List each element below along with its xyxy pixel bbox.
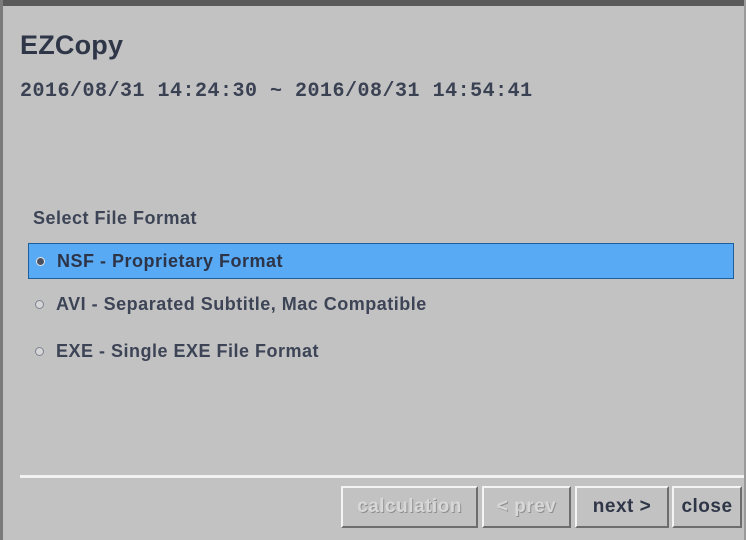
radio-unselected-icon[interactable] [35,299,44,309]
window-top-border [0,0,746,6]
format-option-nsf[interactable]: NSF - Proprietary Format [28,243,734,279]
close-button[interactable]: close [672,486,742,528]
next-button[interactable]: next > [575,486,669,528]
window-left-border [0,0,3,540]
calculation-button[interactable]: calculation [341,486,478,528]
footer-divider [20,475,744,478]
prev-button[interactable]: < prev [482,486,571,528]
radio-selected-icon[interactable] [36,256,45,266]
format-option-label: NSF - Proprietary Format [57,250,284,271]
format-option-label: EXE - Single EXE File Format [56,340,320,361]
app-title: EZCopy [20,30,124,60]
select-format-label: Select File Format [33,208,198,228]
format-option-label: AVI - Separated Subtitle, Mac Compatible [56,293,427,314]
date-range: 2016/08/31 14:24:30 ~ 2016/08/31 14:54:4… [20,80,533,103]
format-option-avi[interactable]: AVI - Separated Subtitle, Mac Compatible [28,286,734,322]
format-option-exe[interactable]: EXE - Single EXE File Format [28,333,734,369]
radio-unselected-icon[interactable] [35,346,44,356]
